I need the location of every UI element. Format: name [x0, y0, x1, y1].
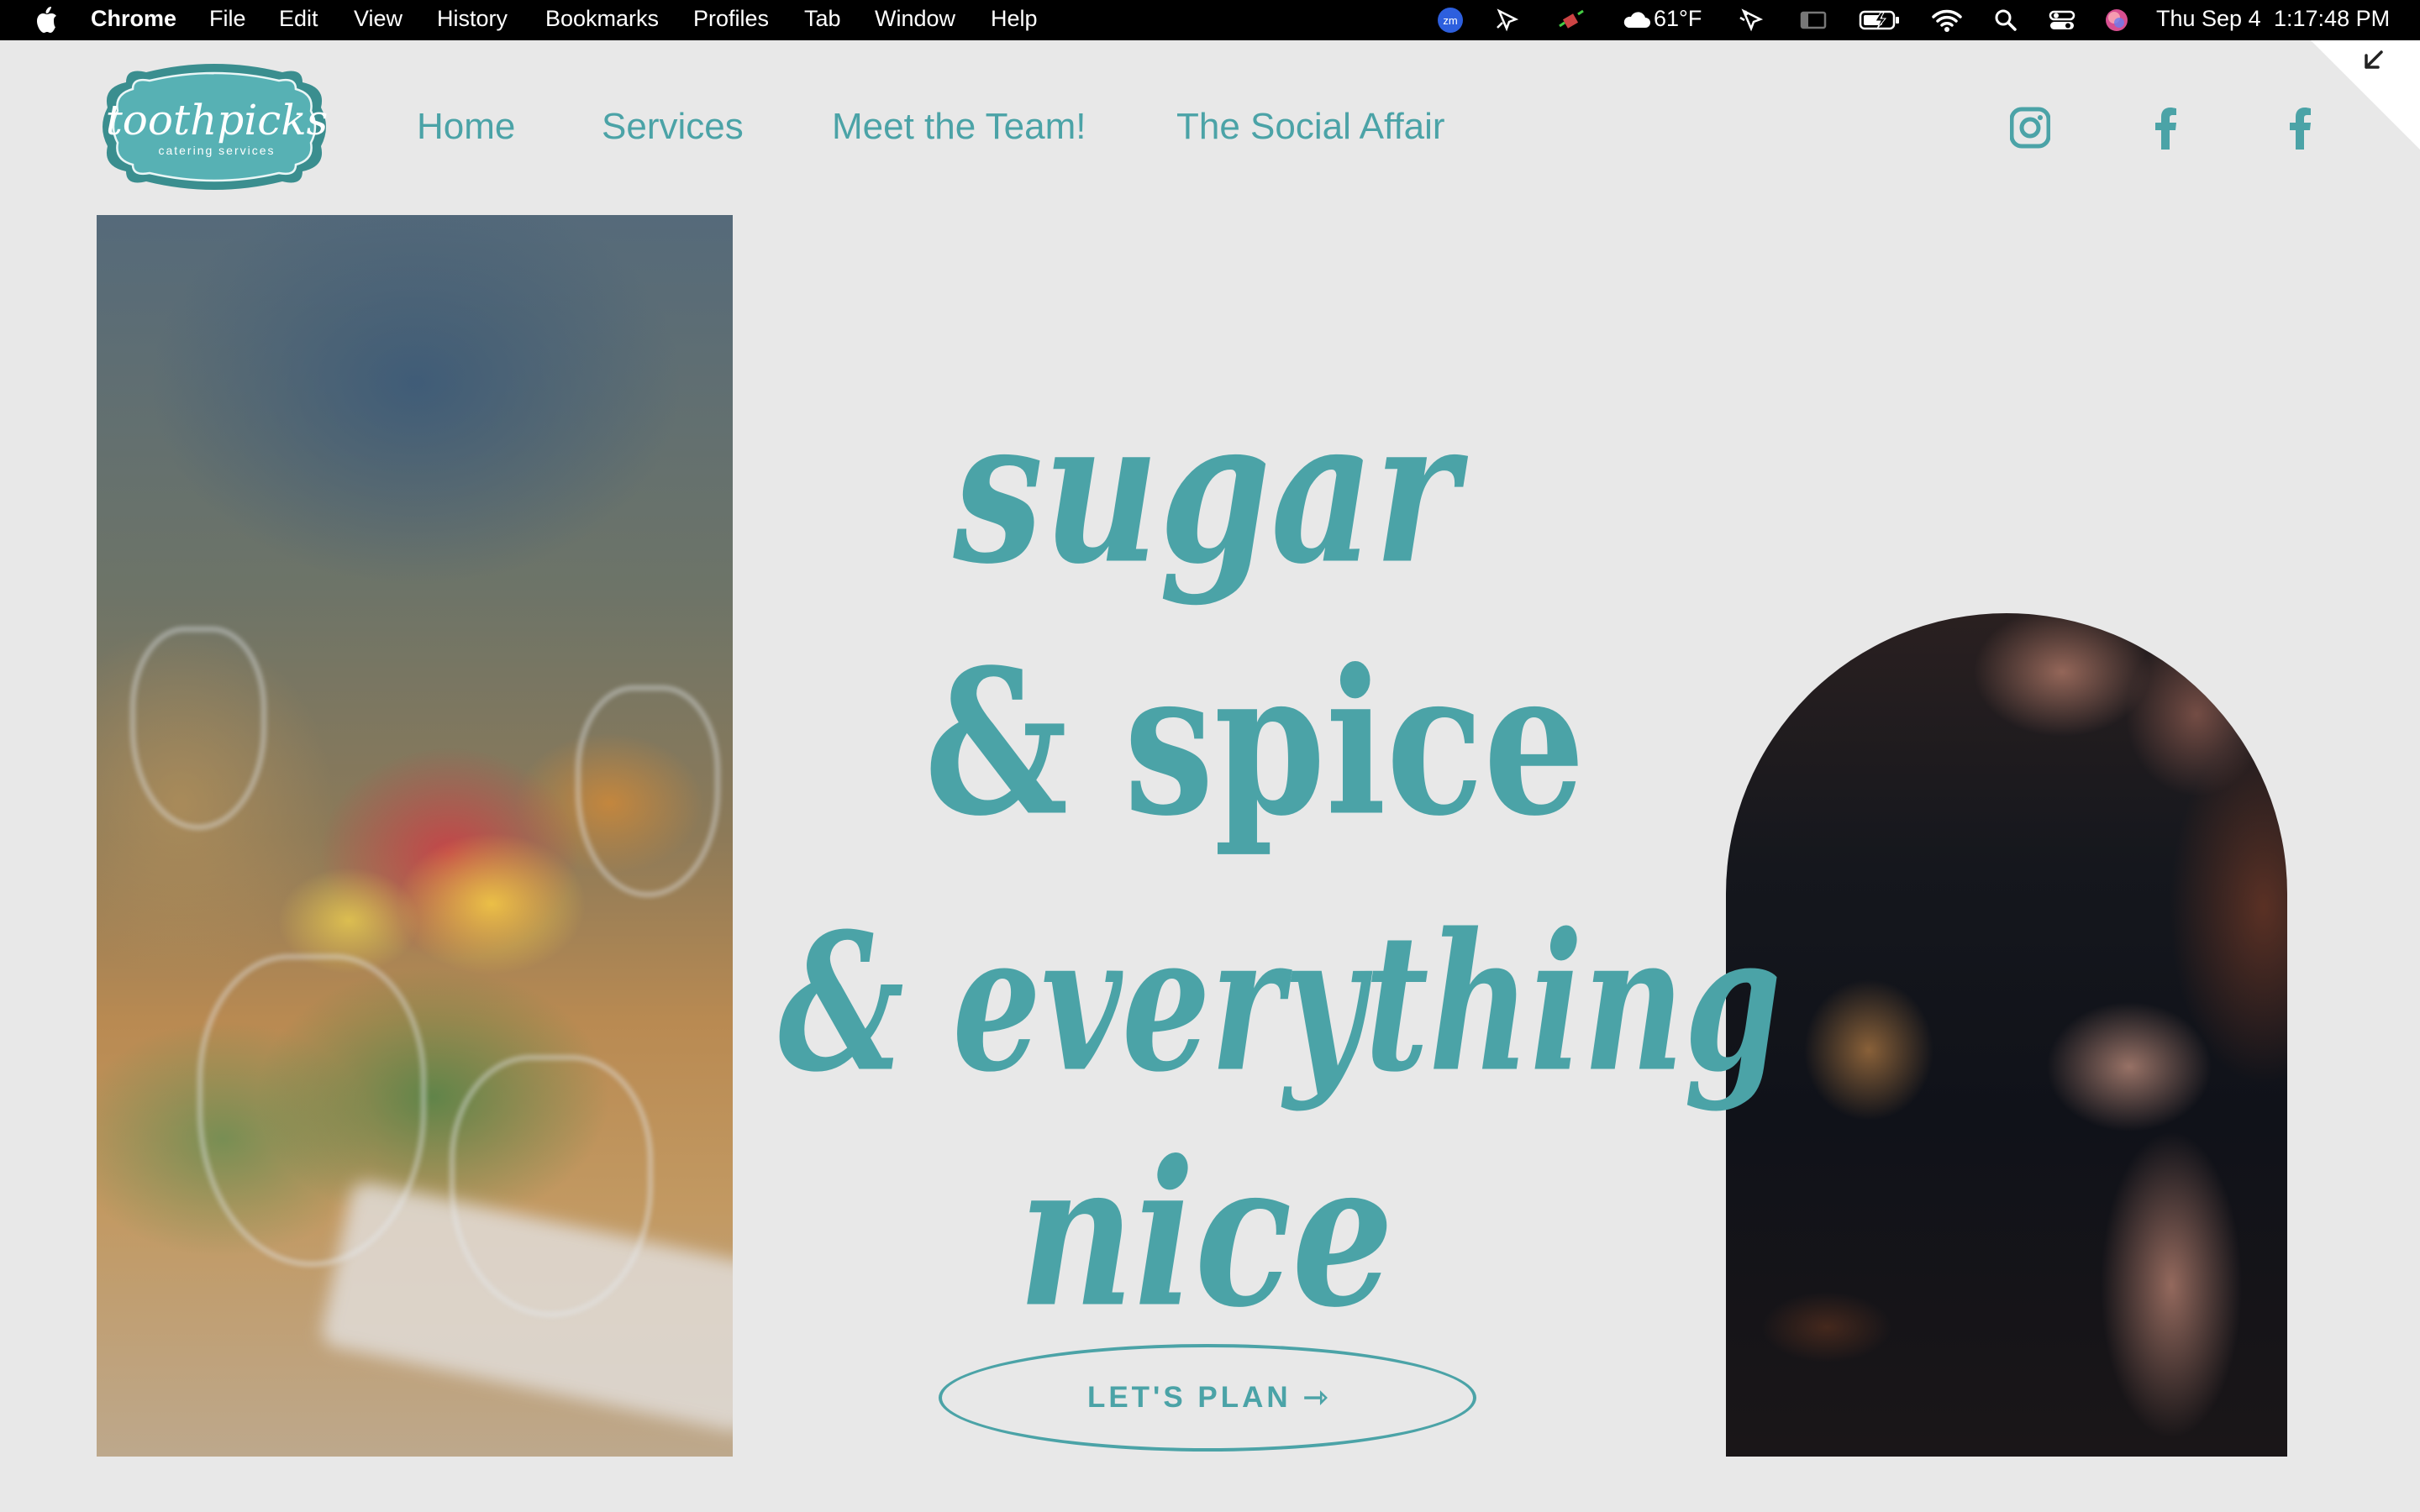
menu-help[interactable]: Help [991, 6, 1038, 32]
menu-profiles[interactable]: Profiles [693, 6, 769, 32]
headline-line-2: & spice [924, 626, 1586, 860]
headline-line-3: & everything [778, 892, 1781, 1115]
arrow-right-icon: ⇾ [1302, 1381, 1328, 1414]
page-corner-fold[interactable] [2311, 40, 2420, 150]
svg-text:catering services: catering services [158, 144, 275, 157]
headline-line-4: nice [1018, 1117, 1394, 1352]
wine-glass-shape [130, 627, 266, 830]
menubar-time[interactable]: 1:17:48 PM [2274, 6, 2390, 32]
lets-plan-button[interactable]: LET'S PLAN ⇾ [939, 1344, 1476, 1452]
nav-home[interactable]: Home [417, 106, 515, 148]
menu-app-name[interactable]: Chrome [91, 6, 176, 32]
cursor-assist-icon[interactable] [1737, 8, 1765, 33]
macos-menu-bar: Chrome File Edit View History Bookmarks … [0, 0, 2420, 40]
siri-icon[interactable] [2103, 8, 2130, 33]
headline-line-1: sugar [953, 374, 1459, 608]
menubar-date[interactable]: Thu Sep 4 [2156, 6, 2261, 32]
menu-window[interactable]: Window [875, 6, 955, 32]
menu-view[interactable]: View [354, 6, 402, 32]
menu-edit[interactable]: Edit [279, 6, 318, 32]
instagram-icon[interactable] [2010, 104, 2050, 151]
facebook-icon[interactable] [2146, 104, 2186, 151]
zoom-app-icon[interactable]: zm [1436, 8, 1465, 33]
svg-text:toothpicks: toothpicks [106, 96, 328, 144]
control-center-icon[interactable] [2048, 8, 2076, 33]
nav-the-social-affair[interactable]: The Social Affair [1176, 106, 1445, 148]
menu-history[interactable]: History [437, 6, 508, 32]
cloud-weather-icon[interactable] [1622, 8, 1650, 33]
wine-glass-shape [197, 954, 426, 1267]
wine-glass-shape [450, 1055, 653, 1317]
cursor-tool-icon[interactable] [1494, 8, 1523, 33]
display-mirror-icon[interactable] [1798, 8, 1828, 33]
svg-text:zm: zm [1443, 14, 1457, 27]
spotlight-search-icon[interactable] [1993, 8, 2018, 33]
satellite-app-icon[interactable] [1556, 8, 1586, 33]
wine-glass-shape [576, 685, 720, 897]
apple-menu-icon[interactable] [34, 5, 59, 34]
wifi-icon[interactable] [1931, 8, 1963, 33]
nav-services[interactable]: Services [602, 106, 744, 148]
facebook-icon[interactable] [2281, 104, 2321, 151]
toothpicks-logo[interactable]: toothpicks catering services [101, 64, 328, 190]
menu-file[interactable]: File [209, 6, 246, 32]
menu-tab[interactable]: Tab [804, 6, 841, 32]
table-flowers-photo [97, 215, 733, 1457]
nav-meet-the-team[interactable]: Meet the Team! [832, 106, 1086, 148]
party-drinks-photo [1726, 613, 2287, 1457]
lets-plan-label: LET'S PLAN [1086, 1381, 1292, 1414]
menu-bookmarks[interactable]: Bookmarks [545, 6, 659, 32]
battery-charging-icon[interactable] [1859, 8, 1901, 33]
weather-temperature[interactable]: 61°F [1654, 6, 1702, 32]
